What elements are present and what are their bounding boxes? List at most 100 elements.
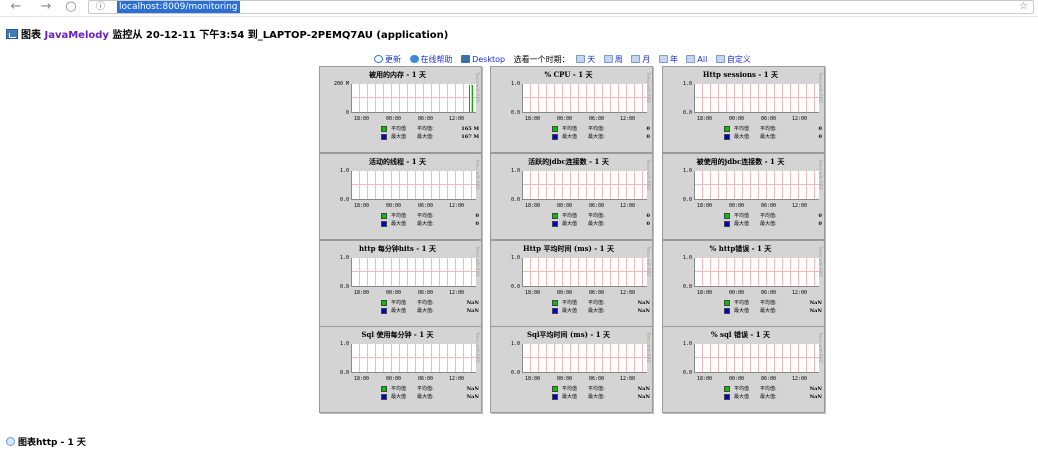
- y-min-label: 0.0: [510, 197, 520, 203]
- avg-value: NaN: [637, 300, 650, 306]
- x-tick-label: 06:00: [761, 203, 777, 209]
- title-prefix: 图表: [21, 30, 45, 41]
- max-swatch: [724, 394, 730, 400]
- x-tick-label: 18:00: [525, 376, 541, 382]
- chart-panel[interactable]: http 每分钟hits - 1 天 1.0 0.0 18:00 00:00 06:00 1…: [319, 240, 482, 327]
- period-all[interactable]: All: [686, 55, 707, 64]
- help-link[interactable]: 在线帮助: [409, 55, 453, 64]
- x-tick-label: 18:00: [354, 203, 370, 209]
- max-label: 最大值:: [417, 308, 434, 314]
- avg-name: 平均值: [391, 213, 407, 219]
- max-value: NaN: [466, 394, 479, 400]
- period-custom[interactable]: 自定义: [715, 55, 751, 64]
- x-tick-label: 00:00: [729, 203, 745, 209]
- chart-panel[interactable]: Http 平均时间 (ms) - 1 天 1.0 0.0 18:00 00:00 06:0…: [490, 240, 653, 327]
- chart-title: Http 平均时间 (ms) - 1 天: [523, 244, 614, 253]
- rrd-watermark: Trend with RRD: [475, 159, 480, 190]
- avg-value: 0: [475, 213, 479, 219]
- avg-swatch: [381, 213, 387, 219]
- avg-name: 平均值: [734, 300, 750, 306]
- max-name: 最大值: [734, 308, 750, 314]
- browser-toolbar: ← → ○ ⓘ localhost:8009/monitoring ☆: [0, 0, 1038, 17]
- back-icon[interactable]: ←: [9, 0, 23, 15]
- avg-label: 平均值:: [760, 126, 777, 132]
- refresh-icon: [374, 55, 383, 63]
- y-max-label: 1.0: [682, 341, 692, 347]
- chart-panel[interactable]: Http sessions - 1 天 1.0 0.0 18:00 00:00 06:00…: [662, 66, 825, 153]
- period-month-label: 月: [642, 55, 651, 64]
- avg-swatch: [381, 300, 387, 306]
- reload-icon[interactable]: ○: [64, 0, 78, 15]
- forward-icon[interactable]: →: [39, 0, 53, 15]
- x-tick-label: 12:00: [449, 203, 465, 209]
- plot-area: [351, 171, 476, 200]
- max-swatch: [552, 308, 558, 314]
- avg-label: 平均值:: [417, 300, 434, 306]
- chart-panel[interactable]: 活动的线程 - 1 天 1.0 0.0 18:00 00:00 06:00 12:00 平均值…: [319, 153, 482, 240]
- max-label: 最大值:: [760, 134, 777, 140]
- max-swatch: [552, 221, 558, 227]
- address-bar[interactable]: ⓘ localhost:8009/monitoring ☆: [88, 0, 1034, 14]
- x-tick-label: 06:00: [418, 290, 434, 296]
- x-tick-label: 12:00: [449, 116, 465, 122]
- x-tick-label: 18:00: [697, 116, 713, 122]
- site-info-icon[interactable]: ⓘ: [96, 1, 105, 13]
- max-value: NaN: [637, 308, 650, 314]
- plot-area: [351, 258, 476, 287]
- y-min-label: 0.0: [510, 370, 520, 376]
- calendar-icon: [631, 55, 641, 63]
- desktop-link[interactable]: Desktop: [461, 55, 505, 64]
- y-max-label: 1.0: [682, 81, 692, 87]
- chart-panel[interactable]: 被用的内存 - 1 天 200 M 0 18:00 00:00 06:00 12:00 平均值…: [319, 66, 482, 153]
- plot-area: [694, 84, 819, 113]
- chart-panel[interactable]: 活跃的jdbc连接数 - 1 天 1.0 0.0 18:00 00:00 06:00 12:…: [490, 153, 653, 240]
- x-tick-label: 06:00: [761, 116, 777, 122]
- chart-panel[interactable]: Sql 使用每分钟 - 1 天 1.0 0.0 18:00 00:00 06:00 12:0…: [319, 326, 482, 413]
- x-tick-label: 18:00: [354, 290, 370, 296]
- x-tick-label: 00:00: [557, 376, 573, 382]
- max-swatch: [724, 221, 730, 227]
- avg-swatch: [724, 386, 730, 392]
- page-title: 图表 JavaMelody 监控从 20-12-11 下午3:54 到_LAPT…: [6, 29, 448, 43]
- x-tick-label: 18:00: [354, 376, 370, 382]
- title-suffix: 监控从 20-12-11 下午3:54 到_LAPTOP-2PEMQ7AU (a…: [108, 30, 449, 41]
- x-tick-label: 12:00: [620, 203, 636, 209]
- x-tick-label: 00:00: [557, 203, 573, 209]
- period-year[interactable]: 年: [658, 55, 678, 64]
- chart-panel[interactable]: % sql 错误 - 1 天 1.0 0.0 18:00 00:00 06:00 12:00…: [662, 326, 825, 413]
- max-swatch: [552, 134, 558, 140]
- rrd-watermark: Trend with RRD: [475, 246, 480, 277]
- avg-name: 平均值: [562, 126, 578, 132]
- max-name: 最大值: [562, 221, 578, 227]
- calendar-icon: [576, 55, 586, 63]
- avg-label: 平均值:: [588, 386, 605, 392]
- bookmark-star-icon[interactable]: ☆: [1019, 1, 1028, 13]
- y-max-label: 1.0: [682, 255, 692, 261]
- y-min-label: 0.0: [682, 370, 692, 376]
- refresh-link[interactable]: 更新: [374, 55, 401, 64]
- period-day[interactable]: 天: [576, 55, 595, 64]
- x-tick-label: 00:00: [386, 116, 402, 122]
- refresh-label: 更新: [385, 55, 401, 64]
- chart-panel[interactable]: 被使用的jdbc连接数 - 1 天 1.0 0.0 18:00 00:00 06:00 12…: [662, 153, 825, 240]
- max-swatch: [552, 394, 558, 400]
- max-value: NaN: [466, 308, 479, 314]
- plot-area: [522, 258, 647, 287]
- chart-panel[interactable]: Sql平均时间 (ms) - 1 天 1.0 0.0 18:00 00:00 06:00 1…: [490, 326, 653, 413]
- url-text[interactable]: localhost:8009/monitoring: [117, 1, 240, 13]
- chart-panel[interactable]: % http错误 - 1 天 1.0 0.0 18:00 00:00 06:00 12:00…: [662, 240, 825, 327]
- section-heading[interactable]: 图表http - 1 天: [6, 437, 86, 449]
- javamelody-link[interactable]: JavaMelody: [44, 30, 108, 41]
- chart-panel[interactable]: % CPU - 1 天 1.0 0.0 18:00 00:00 06:00 12:00 平均值…: [490, 66, 653, 153]
- period-month[interactable]: 月: [631, 55, 650, 64]
- period-week[interactable]: 周: [603, 55, 623, 64]
- calendar-icon: [658, 55, 668, 63]
- max-value: 0: [818, 134, 822, 140]
- y-min-label: 0.0: [510, 284, 520, 290]
- max-value: 0: [646, 221, 650, 227]
- x-tick-label: 18:00: [697, 376, 713, 382]
- y-min-label: 0: [345, 110, 349, 116]
- max-label: 最大值:: [588, 308, 605, 314]
- y-max-label: 1.0: [510, 341, 520, 347]
- avg-label: 平均值:: [760, 213, 777, 219]
